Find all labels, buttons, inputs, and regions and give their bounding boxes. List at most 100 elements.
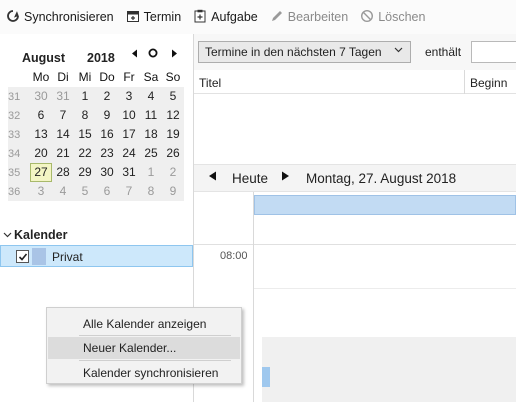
edit-button[interactable]: Bearbeiten xyxy=(268,5,354,29)
event-accent xyxy=(262,367,270,387)
new-event-button[interactable]: Termin xyxy=(124,5,188,29)
mini-calendar-day[interactable]: 5 xyxy=(74,182,96,201)
mini-calendar-day[interactable]: 4 xyxy=(140,87,162,106)
chevron-down-icon xyxy=(394,45,403,56)
week-number: 32 xyxy=(8,109,21,122)
event-range-value: Termine in den nächsten 7 Tagen xyxy=(205,45,382,59)
weekday-header: Di xyxy=(57,70,69,84)
day-view[interactable]: 08:00 xyxy=(194,192,516,402)
mini-calendar-week-row: 31 30 31 1 2 3 4 5 xyxy=(8,87,184,106)
mini-calendar-day[interactable]: 13 xyxy=(30,125,52,144)
mini-calendar-day[interactable]: 8 xyxy=(140,182,162,201)
triangle-left-icon xyxy=(209,171,216,181)
mini-calendar-day[interactable]: 1 xyxy=(74,87,96,106)
new-task-button[interactable]: Aufgabe xyxy=(191,5,264,29)
time-slot-area[interactable] xyxy=(262,337,516,402)
calendar-name: Privat xyxy=(52,250,83,264)
mini-calendar-day[interactable]: 28 xyxy=(52,163,74,182)
mini-calendar-week-row: 34 20 21 22 23 24 25 26 xyxy=(8,144,184,163)
mini-calendar-grid: Mo Di Mi Do Fr Sa So 31 30 31 1 2 3 4 5 32 6 7 8 9 10… xyxy=(8,68,184,201)
mini-calendar-month[interactable]: August xyxy=(22,47,65,69)
mini-calendar-day[interactable]: 16 xyxy=(96,125,118,144)
hour-divider xyxy=(194,244,253,245)
menu-item-show-all-calendars[interactable]: Alle Kalender anzeigen xyxy=(48,313,240,335)
event-range-select[interactable]: Termine in den nächsten 7 Tagen xyxy=(198,41,411,63)
mini-calendar-day[interactable]: 1 xyxy=(140,163,162,182)
mini-calendar-day[interactable]: 14 xyxy=(52,125,74,144)
new-task-icon xyxy=(193,9,211,26)
mini-calendar-day[interactable]: 31 xyxy=(52,87,74,106)
column-header-title[interactable]: Titel xyxy=(199,76,221,90)
mini-calendar-day[interactable]: 24 xyxy=(118,144,140,163)
today-button[interactable]: Heute xyxy=(232,171,268,186)
mini-calendar-day[interactable]: 30 xyxy=(96,163,118,182)
mini-calendar-day[interactable]: 6 xyxy=(96,182,118,201)
all-day-row[interactable] xyxy=(254,195,516,215)
menu-item-new-calendar[interactable]: Neuer Kalender... xyxy=(48,337,240,359)
delete-button[interactable]: Löschen xyxy=(358,5,431,29)
checkmark-icon xyxy=(18,252,27,261)
mini-calendar-day[interactable]: 23 xyxy=(96,144,118,163)
weekday-header: Do xyxy=(99,70,115,84)
mini-calendar-day[interactable]: 9 xyxy=(162,182,184,201)
mini-calendar-day[interactable]: 19 xyxy=(162,125,184,144)
mini-calendar-day[interactable]: 8 xyxy=(74,106,96,125)
hour-divider xyxy=(254,244,516,245)
event-list-header: Titel Beginn xyxy=(194,70,516,94)
mini-calendar-day[interactable]: 20 xyxy=(30,144,52,163)
chevron-down-icon xyxy=(0,230,14,241)
mini-calendar-day[interactable]: 29 xyxy=(74,163,96,182)
mini-calendar-day[interactable]: 9 xyxy=(96,106,118,125)
calendar-list-header[interactable]: Kalender xyxy=(0,226,193,244)
event-list[interactable] xyxy=(194,94,516,164)
mini-calendar-day[interactable]: 26 xyxy=(162,144,184,163)
mini-calendar-day[interactable]: 2 xyxy=(96,87,118,106)
mini-calendar-day[interactable]: 18 xyxy=(140,125,162,144)
menu-item-sync-calendars[interactable]: Kalender synchronisieren xyxy=(48,362,240,384)
mini-calendar-day[interactable]: 10 xyxy=(118,106,140,125)
mini-calendar-day[interactable]: 11 xyxy=(140,106,162,125)
delete-label: Löschen xyxy=(378,10,426,24)
week-number: 34 xyxy=(8,147,21,160)
mini-calendar-day[interactable]: 25 xyxy=(140,144,162,163)
time-label: 08:00 xyxy=(220,250,248,262)
mini-calendar-day[interactable]: 7 xyxy=(52,106,74,125)
sync-button[interactable]: Synchronisieren xyxy=(4,5,120,29)
mini-calendar-day[interactable]: 7 xyxy=(118,182,140,201)
mini-calendar-day[interactable]: 4 xyxy=(52,182,74,201)
column-separator[interactable] xyxy=(464,70,465,94)
mini-calendar-day[interactable]: 30 xyxy=(30,87,52,106)
mini-calendar-today-cell[interactable]: 27 xyxy=(30,163,52,182)
contains-label: enthält xyxy=(425,45,462,59)
mini-calendar-day[interactable]: 3 xyxy=(118,87,140,106)
event-filter-bar: Termine in den nächsten 7 Tagen enthält xyxy=(194,34,516,70)
next-day-button[interactable] xyxy=(281,171,290,184)
mini-calendar-year[interactable]: 2018 xyxy=(87,47,115,69)
weekday-header: Mi xyxy=(78,70,92,84)
mini-calendar-day[interactable]: 5 xyxy=(162,87,184,106)
menu-separator xyxy=(79,360,231,361)
previous-day-button[interactable] xyxy=(208,171,217,184)
mini-calendar-day[interactable]: 6 xyxy=(30,106,52,125)
mini-calendar-day[interactable]: 3 xyxy=(30,182,52,201)
mini-calendar-day[interactable]: 15 xyxy=(74,125,96,144)
mini-calendar-week-row: 32 6 7 8 9 10 11 12 xyxy=(8,106,184,125)
calendar-color-swatch xyxy=(32,248,46,265)
calendar-main: Termine in den nächsten 7 Tagen enthält … xyxy=(194,34,516,402)
weekday-header: Mo xyxy=(32,70,50,84)
circle-icon xyxy=(148,48,158,58)
mini-calendar-day[interactable]: 17 xyxy=(118,125,140,144)
event-search-input[interactable] xyxy=(471,41,516,63)
column-header-begin[interactable]: Beginn xyxy=(470,76,507,90)
calendar-visibility-checkbox[interactable] xyxy=(16,250,29,263)
calendar-item-privat[interactable]: Privat xyxy=(0,245,193,267)
mini-calendar-next-button[interactable] xyxy=(168,46,180,60)
mini-calendar-day[interactable]: 2 xyxy=(162,163,184,182)
mini-calendar-day[interactable]: 12 xyxy=(162,106,184,125)
mini-calendar-today-button[interactable] xyxy=(147,46,159,60)
mini-calendar-day[interactable]: 21 xyxy=(52,144,74,163)
mini-calendar-day[interactable]: 31 xyxy=(118,163,140,182)
new-task-label: Aufgabe xyxy=(211,10,258,24)
mini-calendar-prev-button[interactable] xyxy=(128,46,140,60)
mini-calendar-day[interactable]: 22 xyxy=(74,144,96,163)
